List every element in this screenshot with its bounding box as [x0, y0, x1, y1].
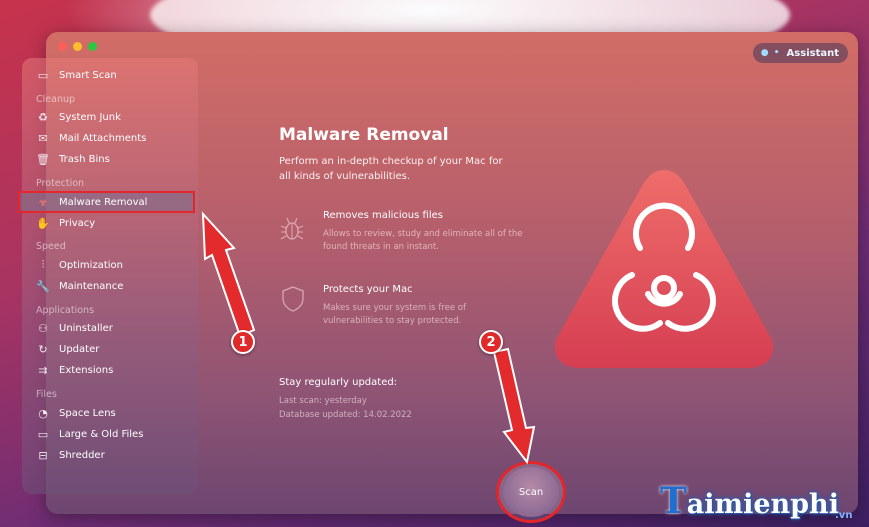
biohazard-illustration [554, 170, 774, 368]
sidebar-item-privacy[interactable]: ✋ Privacy [36, 213, 95, 233]
sidebar-item-trash-bins[interactable]: 🗑 Trash Bins [36, 149, 110, 169]
page-description: Perform an in-depth checkup of your Mac … [279, 156, 503, 182]
bug-icon [280, 217, 304, 240]
feature-title: Removes malicious files [323, 210, 443, 221]
assistant-icon: ● • [760, 48, 781, 58]
sidebar-item-label: Privacy [59, 217, 96, 229]
sidebar-item-label: Optimization [59, 259, 123, 271]
database-updated-text: Database updated: 14.02.2022 [279, 410, 412, 420]
sidebar-section-speed: Speed [36, 241, 66, 252]
minimize-window-button[interactable] [73, 42, 82, 51]
assistant-label: Assistant [786, 47, 839, 59]
sidebar-item-label: Trash Bins [59, 153, 110, 165]
sidebar-item-label: Shredder [59, 449, 105, 461]
sidebar-item-updater[interactable]: ↻ Updater [36, 339, 99, 359]
sidebar-item-mail-attachments[interactable]: ✉ Mail Attachments [36, 128, 146, 148]
hand-icon: ✋ [36, 216, 50, 230]
sidebar-item-label: Large & Old Files [59, 428, 144, 440]
biohazard-icon: ☣ [38, 195, 48, 209]
update-icon: ↻ [38, 342, 48, 356]
zoom-window-button[interactable] [88, 42, 97, 51]
watermark-suffix: .vn [835, 510, 853, 521]
sidebar-item-uninstaller[interactable]: ⚇ Uninstaller [36, 318, 113, 338]
callout-badge-1: 1 [231, 330, 255, 354]
sidebar-item-label: Mail Attachments [59, 132, 147, 144]
uninstall-icon: ⚇ [38, 321, 48, 335]
sidebar-section-protection: Protection [36, 178, 85, 189]
feature-description-line: Allows to review, study and eliminate al… [323, 229, 523, 239]
trash-icon: 🗑 [36, 152, 50, 166]
lens-icon: ◔ [38, 406, 48, 420]
sidebar-section-applications: Applications [36, 305, 95, 316]
sidebar-item-label: Extensions [59, 364, 114, 376]
sidebar-item-label: Updater [59, 343, 100, 355]
sidebar-item-label: Maintenance [59, 280, 124, 292]
sidebar-item-shredder[interactable]: ⊟ Shredder [36, 445, 105, 465]
sidebar-item-extensions[interactable]: ⇉ Extensions [36, 360, 113, 380]
close-window-button[interactable] [58, 42, 67, 51]
sidebar-section-cleanup: Cleanup [36, 94, 76, 105]
last-scan-text: Last scan: yesterday [279, 396, 367, 406]
sidebar-item-system-junk[interactable]: ♻ System Junk [36, 107, 121, 127]
sliders-icon: ⫶ [41, 258, 45, 271]
watermark-logo: Taimienphi [660, 480, 839, 522]
sidebar-item-label: System Junk [59, 111, 121, 123]
window-controls [58, 42, 97, 51]
recycle-icon: ♻ [38, 110, 48, 124]
page-title: Malware Removal [279, 125, 449, 145]
sidebar-item-label: Uninstaller [59, 322, 113, 334]
sidebar-section-files: Files [36, 389, 57, 400]
envelope-icon: ✉ [38, 131, 48, 145]
sidebar-item-label: Space Lens [59, 407, 116, 419]
sidebar-item-space-lens[interactable]: ◔ Space Lens [36, 403, 116, 423]
sidebar-item-malware-removal[interactable]: ☣ Malware Removal [36, 192, 147, 212]
shield-icon [282, 286, 304, 312]
sidebar-item-label: Smart Scan [59, 69, 117, 81]
extensions-icon: ⇉ [38, 363, 48, 377]
feature-description-line: Makes sure your system is free of [323, 303, 466, 313]
wrench-icon: 🔧 [36, 279, 50, 293]
sidebar-item-optimization[interactable]: ⫶ Optimization [36, 255, 123, 275]
feature-description-line: found threats in an instant. [323, 242, 439, 252]
monitor-scan-icon: ▭ [37, 68, 49, 82]
sidebar-item-maintenance[interactable]: 🔧 Maintenance [36, 276, 123, 296]
sidebar-item-smart-scan[interactable]: ▭ Smart Scan [36, 65, 117, 85]
feature-title: Protects your Mac [323, 284, 413, 295]
assistant-button[interactable]: ● • Assistant [752, 43, 848, 63]
scan-button[interactable]: Scan [503, 467, 559, 517]
sidebar-item-label: Malware Removal [59, 196, 148, 208]
callout-badge-2: 2 [479, 330, 503, 354]
sidebar-item-large-old-files[interactable]: ▭ Large & Old Files [36, 424, 144, 444]
shredder-icon: ⊟ [38, 448, 48, 462]
folder-icon: ▭ [37, 427, 49, 441]
update-heading: Stay regularly updated: [279, 377, 398, 388]
feature-description-line: vulnerabilities to stay protected. [323, 316, 462, 326]
